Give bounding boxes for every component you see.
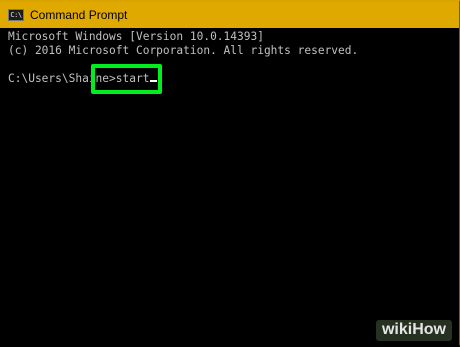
scrollbar[interactable] xyxy=(453,30,459,347)
command-highlight-box xyxy=(91,64,162,94)
console-line-version: Microsoft Windows [Version 10.0.14393] xyxy=(8,30,264,43)
console-output[interactable]: Microsoft Windows [Version 10.0.14393] (… xyxy=(0,30,459,347)
title-bar[interactable]: C:\ Command Prompt xyxy=(0,2,459,28)
wikihow-watermark: wikiHow xyxy=(375,320,452,341)
command-prompt-window: C:\ Command Prompt Microsoft Windows [Ve… xyxy=(0,0,460,347)
window-title: Command Prompt xyxy=(30,8,128,22)
console-icon: C:\ xyxy=(8,9,24,21)
console-input-line[interactable]: C:\Users\Shaine>start xyxy=(8,72,459,86)
console-line-copyright: (c) 2016 Microsoft Corporation. All righ… xyxy=(8,44,359,57)
